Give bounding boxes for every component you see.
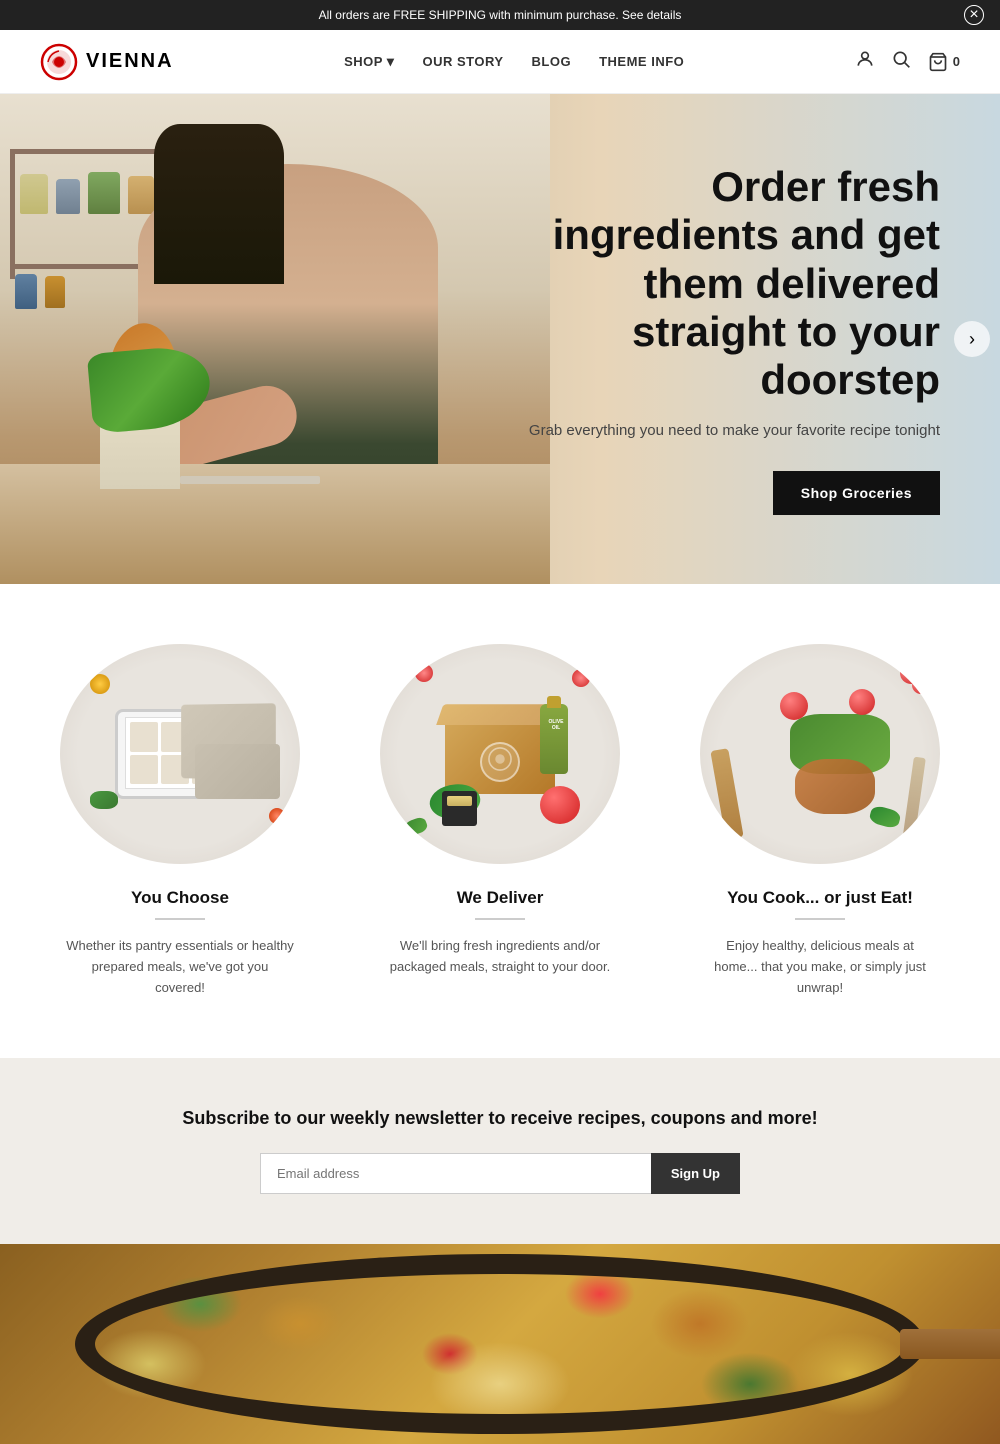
announcement-close-button[interactable]: × [964, 5, 984, 25]
newsletter-title: Subscribe to our weekly newsletter to re… [40, 1108, 960, 1129]
header: VIENNA SHOP OUR STORY BLOG THEME INFO [0, 30, 1000, 94]
bottom-food-image [0, 1244, 1000, 1444]
knife [902, 757, 926, 843]
hero-image [0, 94, 550, 584]
feature-divider-2 [475, 918, 525, 920]
announcement-text: All orders are FREE SHIPPING with minimu… [319, 8, 682, 22]
logo[interactable]: VIENNA [40, 43, 174, 81]
search-icon [891, 49, 911, 69]
hero-next-arrow[interactable]: › [954, 321, 990, 357]
scatter-herb [403, 816, 429, 838]
newsletter-form: Sign Up [260, 1153, 740, 1194]
nav-blog[interactable]: BLOG [532, 54, 572, 69]
feature-desc-1: Whether its pantry essentials or healthy… [65, 936, 295, 998]
hero-subtitle: Grab everything you need to make your fa… [500, 420, 940, 443]
pan-handle [900, 1329, 1000, 1359]
plate-area [740, 684, 905, 824]
olive-cap [547, 696, 561, 708]
feature-title-2: We Deliver [457, 888, 544, 908]
main-nav: SHOP OUR STORY BLOG THEME INFO [344, 53, 684, 70]
jar-4 [128, 176, 154, 214]
account-button[interactable] [855, 49, 875, 74]
feature-you-choose: You Choose Whether its pantry essentials… [40, 644, 320, 998]
feature-title-1: You Choose [131, 888, 229, 908]
features-grid: You Choose Whether its pantry essentials… [40, 644, 960, 998]
nav-theme-info[interactable]: THEME INFO [599, 54, 684, 69]
logo-icon [40, 43, 78, 81]
header-icons: 0 [855, 49, 960, 74]
feature-image-2: OLIVE OIL [380, 644, 620, 864]
feature-we-deliver: OLIVE OIL We Deliver We'll bring fresh i… [360, 644, 640, 998]
bottle-2 [45, 276, 65, 308]
bottle-1 [15, 274, 37, 309]
tablet-item-1 [130, 722, 158, 752]
feature-desc-3: Enjoy healthy, delicious meals at home..… [705, 936, 935, 998]
hero-title: Order fresh ingredients and get them del… [500, 163, 940, 404]
jar-1 [20, 174, 48, 214]
nav-shop[interactable]: SHOP [344, 53, 394, 70]
scatter-tomato-plate-2 [912, 676, 930, 694]
tomato [540, 786, 580, 824]
search-button[interactable] [891, 49, 911, 74]
scatter-fruit [90, 674, 110, 694]
scatter-cherry-tomato [572, 669, 590, 687]
food-tray [195, 744, 280, 799]
box-logo [480, 742, 520, 782]
signup-button[interactable]: Sign Up [651, 1153, 740, 1194]
jar-3 [88, 172, 120, 214]
email-input[interactable] [260, 1153, 651, 1194]
logo-text: VIENNA [86, 50, 174, 73]
food-texture [0, 1244, 1000, 1444]
cart-icon [927, 52, 949, 72]
feature-image-3 [700, 644, 940, 864]
feature-divider-1 [155, 918, 205, 920]
protein-food [795, 759, 875, 814]
noodle-box [442, 791, 477, 826]
features-section: You Choose Whether its pantry essentials… [0, 584, 1000, 1058]
account-icon [855, 49, 875, 69]
scatter-tomato [269, 808, 285, 824]
olive-bottle: OLIVE OIL [540, 704, 568, 774]
noodles [447, 796, 472, 806]
feature-you-cook: You Cook... or just Eat! Enjoy healthy, … [680, 644, 960, 998]
fork [710, 748, 743, 840]
cart-count: 0 [953, 54, 960, 69]
cherry-tomato-food-1 [780, 692, 808, 720]
newsletter-section: Subscribe to our weekly newsletter to re… [0, 1058, 1000, 1244]
scatter-cherry-tomato-2 [415, 664, 433, 682]
scatter-leaf [90, 791, 118, 809]
announcement-bar: All orders are FREE SHIPPING with minimu… [0, 0, 1000, 30]
hero-content: Order fresh ingredients and get them del… [500, 163, 940, 515]
shop-groceries-button[interactable]: Shop Groceries [773, 471, 940, 515]
feature-desc-2: We'll bring fresh ingredients and/or pac… [385, 936, 615, 978]
jar-2 [56, 179, 80, 214]
cutting-board [180, 476, 320, 484]
nav-our-story[interactable]: OUR STORY [422, 54, 503, 69]
person-hair [154, 124, 284, 284]
tablet-item-4 [130, 755, 158, 785]
feature-image-1 [60, 644, 300, 864]
feature-divider-3 [795, 918, 845, 920]
cart-button[interactable]: 0 [927, 52, 960, 72]
shop-chevron-icon [387, 53, 395, 70]
delivery-box [445, 714, 555, 794]
feature-title-3: You Cook... or just Eat! [727, 888, 913, 908]
hero-section: Order fresh ingredients and get them del… [0, 94, 1000, 584]
cherry-tomato-food-2 [849, 689, 875, 715]
